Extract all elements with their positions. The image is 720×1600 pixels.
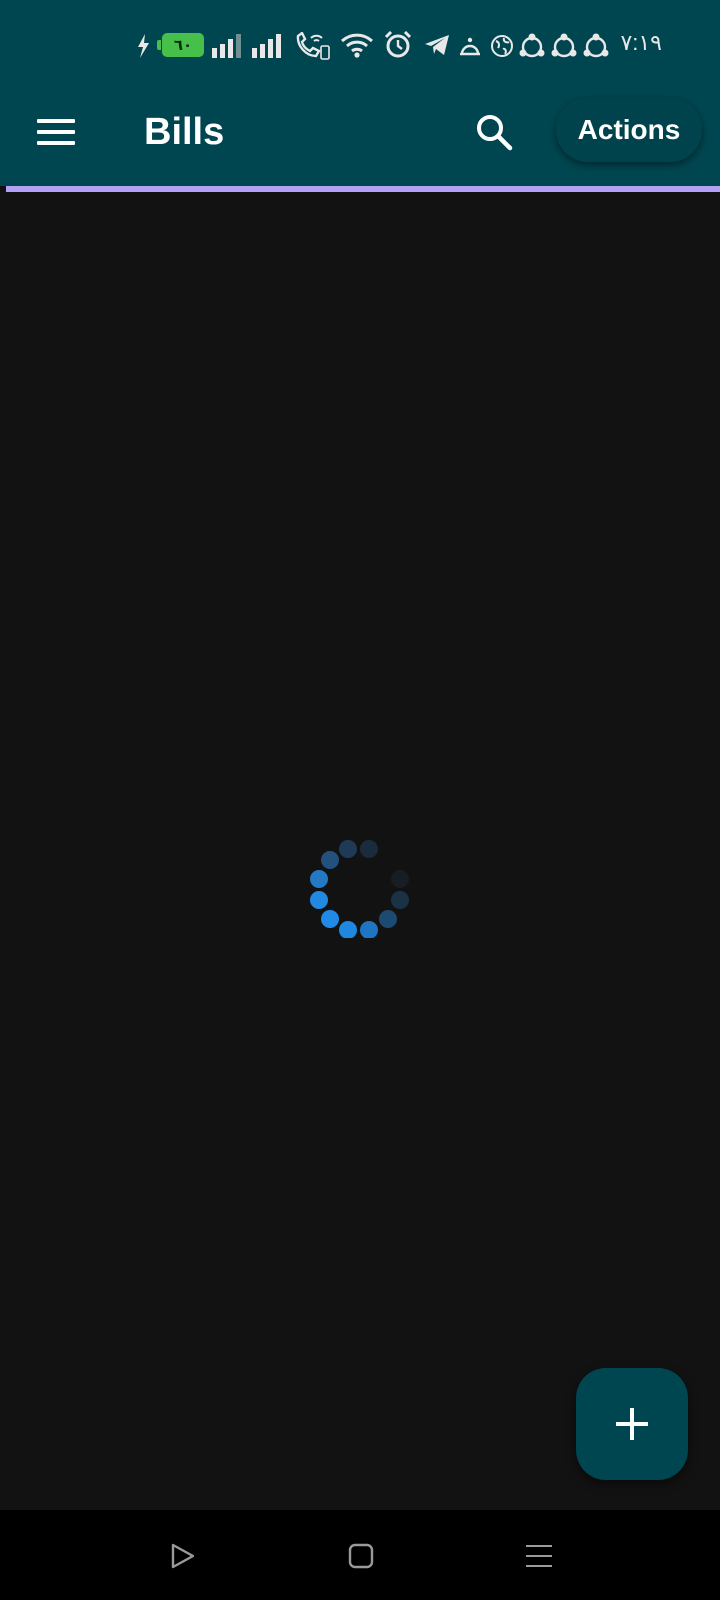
spinner-dot [379, 910, 397, 928]
spinner-dot [321, 910, 339, 928]
signal-icon [212, 34, 241, 58]
alarm-icon [384, 31, 412, 58]
page-title: Bills [144, 111, 225, 153]
share-icon [583, 33, 609, 58]
wifi-icon [340, 33, 374, 58]
plus-icon [616, 1408, 648, 1440]
spinner-dot [339, 921, 357, 938]
spinner-dot [321, 851, 339, 869]
loading-spinner [310, 840, 409, 938]
spinner-dot [360, 921, 378, 938]
back-triangle-icon [171, 1543, 195, 1569]
signal-icon [252, 34, 281, 58]
spinner-dot [360, 840, 378, 858]
spinner-dot [310, 870, 328, 888]
search-icon [477, 115, 513, 151]
charging-icon [138, 34, 149, 58]
share-icon [551, 33, 577, 58]
spinner-dot [310, 891, 328, 909]
battery-level: ٦٠ [173, 37, 193, 54]
actions-button[interactable]: Actions [556, 98, 702, 162]
spinner-dot [391, 870, 409, 888]
globe-icon [491, 35, 513, 57]
status-time: ٧:١٩ [620, 30, 662, 55]
home-square-icon [348, 1543, 374, 1569]
add-bill-button[interactable] [576, 1368, 688, 1480]
nav-back-button[interactable] [160, 1533, 206, 1579]
spinner-dot [339, 840, 357, 858]
nav-home-button[interactable] [338, 1533, 384, 1579]
menu-icon [37, 119, 75, 145]
share-icon [519, 33, 545, 58]
notification-icon [460, 37, 480, 56]
search-button[interactable] [466, 104, 522, 160]
actions-button-label: Actions [577, 114, 681, 145]
nav-recents-button[interactable] [516, 1533, 562, 1579]
wifi-calling-icon [296, 32, 330, 60]
spinner-dot [391, 891, 409, 909]
status-bar: ٦٠ ٧:١٩ [0, 0, 720, 86]
battery-icon: ٦٠ [157, 33, 204, 57]
menu-button[interactable] [30, 106, 82, 158]
telegram-icon [425, 35, 449, 55]
recents-menu-icon [526, 1545, 552, 1567]
